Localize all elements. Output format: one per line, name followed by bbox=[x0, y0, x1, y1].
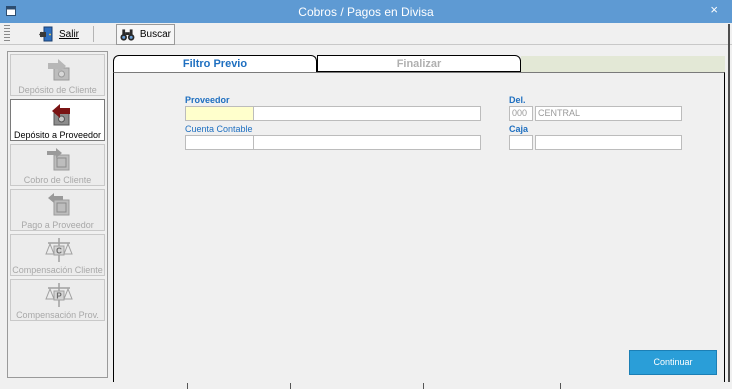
filter-panel: Proveedor Cuenta Contable Del. 000 CENTR… bbox=[113, 72, 725, 383]
deposit-client-icon bbox=[48, 59, 70, 81]
tab-filtro-previo[interactable]: Filtro Previo bbox=[113, 55, 317, 73]
scale-p-icon: P bbox=[45, 283, 73, 307]
toolbar-grip[interactable] bbox=[4, 25, 10, 42]
delegacion-name-input[interactable]: CENTRAL bbox=[535, 106, 682, 121]
exit-door-icon bbox=[39, 26, 53, 42]
toolbar-separator bbox=[93, 26, 94, 42]
caja-label: Caja bbox=[509, 124, 529, 134]
cuenta-contable-label: Cuenta Contable bbox=[185, 124, 253, 134]
nav-deposito-cliente-button[interactable]: Depósito de Cliente bbox=[10, 54, 105, 96]
proveedor-code-input[interactable] bbox=[185, 106, 254, 121]
nav-deposito-proveedor-button[interactable]: Depósito a Proveedor bbox=[10, 99, 105, 141]
proveedor-name-input[interactable] bbox=[253, 106, 481, 121]
search-button-label: Buscar bbox=[139, 29, 171, 40]
nav-compensacion-cliente-label: Compensación Cliente bbox=[12, 265, 103, 275]
continue-button[interactable]: Continuar bbox=[629, 350, 717, 375]
operation-sidebar: Depósito de Cliente Depósito a Proveedor… bbox=[7, 51, 108, 378]
close-icon[interactable]: × bbox=[710, 2, 718, 17]
nav-pago-proveedor-label: Pago a Proveedor bbox=[21, 220, 94, 230]
bottom-tick bbox=[187, 383, 188, 389]
exit-button[interactable]: Salir bbox=[34, 24, 83, 44]
tab-finalizar[interactable]: Finalizar bbox=[317, 55, 521, 72]
nav-cobro-cliente-button[interactable]: Cobro de Cliente bbox=[10, 144, 105, 186]
bottom-tick bbox=[290, 383, 291, 389]
bottom-tick bbox=[423, 383, 424, 389]
cuenta-contable-name-input[interactable] bbox=[253, 135, 481, 150]
right-edge-bar bbox=[728, 24, 730, 389]
tab-strip-filler bbox=[521, 56, 725, 72]
proveedor-label: Proveedor bbox=[185, 95, 230, 105]
nav-pago-proveedor-button[interactable]: Pago a Proveedor bbox=[10, 189, 105, 231]
window-title: Cobros / Pagos en Divisa bbox=[298, 5, 434, 19]
deposit-supplier-icon bbox=[52, 104, 70, 126]
nav-compensacion-cliente-button[interactable]: C Compensación Cliente bbox=[10, 234, 105, 276]
caja-name-input[interactable] bbox=[535, 135, 682, 150]
delegacion-code-input[interactable]: 000 bbox=[509, 106, 533, 121]
search-button[interactable]: Buscar bbox=[116, 24, 175, 45]
exit-button-label: Salir bbox=[59, 28, 80, 40]
bottom-edge bbox=[0, 382, 732, 389]
safe-in-icon bbox=[47, 148, 70, 171]
svg-text:C: C bbox=[56, 247, 62, 256]
tab-bar: Filtro Previo Finalizar bbox=[113, 55, 725, 73]
nav-compensacion-prov-label: Compensación Prov. bbox=[16, 310, 99, 320]
toolbar: Salir Buscar bbox=[0, 23, 732, 45]
cuenta-contable-code-input[interactable] bbox=[185, 135, 254, 150]
scale-c-icon: C bbox=[45, 238, 73, 262]
nav-deposito-cliente-label: Depósito de Cliente bbox=[18, 85, 97, 95]
delegacion-label: Del. bbox=[509, 95, 526, 105]
title-bar: Cobros / Pagos en Divisa × bbox=[0, 0, 732, 23]
nav-compensacion-prov-button[interactable]: P Compensación Prov. bbox=[10, 279, 105, 321]
safe-out-icon bbox=[48, 193, 70, 216]
nav-cobro-cliente-label: Cobro de Cliente bbox=[23, 175, 92, 185]
nav-deposito-proveedor-label: Depósito a Proveedor bbox=[13, 130, 102, 140]
caja-code-input[interactable] bbox=[509, 135, 533, 150]
binoculars-icon bbox=[120, 28, 135, 41]
bottom-tick bbox=[560, 383, 561, 389]
svg-text:P: P bbox=[56, 292, 62, 301]
